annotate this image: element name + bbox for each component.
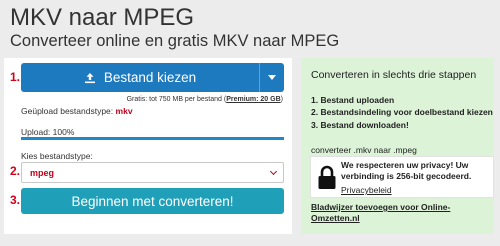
list-item: 1. Bestand uploaden <box>311 95 395 105</box>
steps-list: 1. Bestand uploaden 2. Bestandsindeling … <box>311 94 493 131</box>
step-number-2: 2. <box>10 164 21 178</box>
uploaded-type-info: Geüpload bestandstype: mkv <box>21 106 133 116</box>
info-title: Converteren in slechts drie stappen <box>311 69 477 81</box>
upload-source-dropdown[interactable] <box>259 63 284 92</box>
choose-file-label: Bestand kiezen <box>103 70 197 85</box>
selected-format: mpeg <box>30 167 55 178</box>
target-format-select[interactable]: mpeg <box>21 162 284 183</box>
choose-type-label: Kies bestandstype: <box>21 151 93 161</box>
uploaded-type-value: mkv <box>115 106 133 116</box>
chevron-down-icon <box>269 167 278 176</box>
choose-file-button[interactable]: Bestand kiezen <box>21 63 284 92</box>
file-size-limit: Gratis: tot 750 MB per bestand (Premium:… <box>126 96 283 103</box>
choose-file-main[interactable]: Bestand kiezen <box>21 63 259 92</box>
premium-link[interactable]: Premium: 20 GB <box>226 96 280 103</box>
start-convert-button[interactable]: Beginnen met converteren! <box>21 188 284 214</box>
conversion-note: converteer .mkv naar .mpeg <box>311 145 417 155</box>
step-number-1: 1. <box>10 70 21 84</box>
privacy-box: We respecteren uw privacy! Uw verbinding… <box>310 156 494 198</box>
page-subtitle: Converteer online en gratis MKV naar MPE… <box>10 32 340 50</box>
upload-progress-fill <box>21 137 284 140</box>
privacy-text: We respecteren uw privacy! Uw verbinding… <box>341 160 472 181</box>
chevron-down-icon <box>268 75 276 80</box>
list-item: 2. Bestandsindeling voor doelbestand kie… <box>311 107 493 118</box>
upload-icon <box>84 72 95 83</box>
upload-progress-bar <box>21 137 284 140</box>
upload-progress-label: Upload: 100% <box>21 127 75 137</box>
step-number-3: 3. <box>10 193 21 207</box>
bookmark-link[interactable]: Bladwijzer toevoegen voor Online-Omzette… <box>311 202 493 224</box>
page-title: MKV naar MPEG <box>10 4 195 31</box>
privacy-policy-link[interactable]: Privacybeleid <box>341 185 392 195</box>
lock-icon <box>318 165 336 189</box>
list-item: 3. Bestand downloaden! <box>311 119 409 130</box>
